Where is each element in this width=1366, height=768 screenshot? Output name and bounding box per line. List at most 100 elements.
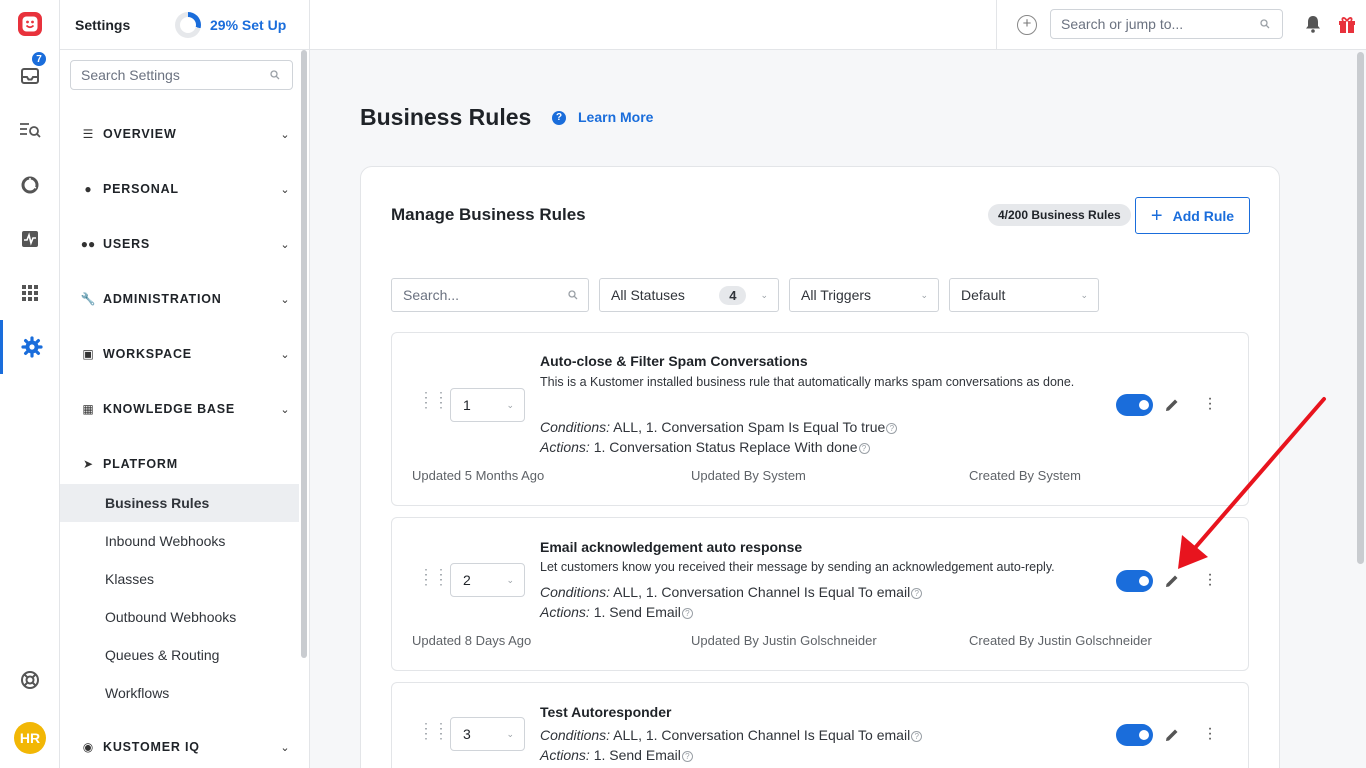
trigger-filter-select[interactable]: All Triggers ⌄ xyxy=(789,278,939,312)
section-workspace[interactable]: ▣ WORKSPACE ⌄ xyxy=(60,334,300,374)
section-kustomer-iq[interactable]: ◉ KUSTOMER IQ ⌄ xyxy=(60,727,300,767)
setup-progress-label[interactable]: 29% Set Up xyxy=(210,17,286,33)
rule-created-by: Created By Justin Golschneider xyxy=(969,633,1152,648)
rule-description: Let customers know you received their me… xyxy=(540,560,1055,574)
annotation-arrow xyxy=(1178,397,1326,569)
kustomer-logo[interactable] xyxy=(0,4,60,44)
bell-icon[interactable] xyxy=(1305,15,1321,33)
rule-conditions: Conditions: ALL, 1. Conversation Spam Is… xyxy=(540,419,898,435)
section-label: OVERVIEW xyxy=(103,127,177,141)
question-icon[interactable]: ? xyxy=(681,751,693,762)
rule-enabled-toggle[interactable] xyxy=(1116,570,1153,592)
actions-text: 1. Send Email xyxy=(589,604,681,620)
divider xyxy=(996,0,997,50)
rule-card[interactable]: ⋮⋮ ⋮⋮ 1 ⌄ Auto-close & Filter Spam Conver… xyxy=(391,332,1249,506)
rule-order-select[interactable]: 2 ⌄ xyxy=(450,563,525,597)
rule-card[interactable]: ⋮⋮ ⋮⋮ 2 ⌄ Email acknowledgement auto resp… xyxy=(391,517,1249,671)
sidebar-scrollbar[interactable] xyxy=(301,50,307,658)
pencil-icon[interactable] xyxy=(1164,727,1180,743)
list-search-icon xyxy=(20,123,41,138)
top-bar: + Search or jump to... xyxy=(310,0,1366,50)
help-nav[interactable] xyxy=(0,660,60,700)
settings-title: Settings xyxy=(75,16,131,33)
chevron-down-icon: ⌄ xyxy=(280,403,290,416)
rule-created-by: Created By System xyxy=(969,468,1081,483)
global-search-input[interactable]: Search or jump to... xyxy=(1050,9,1283,39)
rule-order-select[interactable]: 3 ⌄ xyxy=(450,717,525,751)
status-filter-select[interactable]: All Statuses 4 ⌄ xyxy=(599,278,779,312)
rule-updated: Updated 8 Days Ago xyxy=(412,633,532,648)
user-avatar[interactable]: HR xyxy=(0,718,60,758)
add-rule-button[interactable]: + Add Rule xyxy=(1135,197,1250,234)
plus-icon: + xyxy=(1150,204,1163,227)
conditions-label: Conditions: xyxy=(540,419,611,435)
question-icon[interactable]: ? xyxy=(858,443,870,454)
search-icon xyxy=(568,290,578,300)
business-rules-card: Manage Business Rules 4/200 Business Rul… xyxy=(360,166,1280,768)
drag-handle-icon[interactable]: ⋮⋮ ⋮⋮ xyxy=(419,567,448,586)
activity-nav[interactable] xyxy=(0,219,60,259)
section-label: PERSONAL xyxy=(103,182,179,196)
conditions-text: ALL, 1. Conversation Spam Is Equal To tr… xyxy=(610,419,886,435)
inbox-nav[interactable]: 7 xyxy=(0,50,60,96)
status-filter-count: 4 xyxy=(719,285,747,305)
question-icon[interactable]: ? xyxy=(911,588,923,599)
section-overview[interactable]: ☰ OVERVIEW ⌄ xyxy=(60,114,300,154)
rule-title: Email acknowledgement auto response xyxy=(540,539,803,555)
rule-title: Test Autoresponder xyxy=(540,704,672,720)
rule-order-value: 2 xyxy=(463,572,471,588)
chevron-down-icon: ⌄ xyxy=(506,574,514,585)
conditions-text: ALL, 1. Conversation Channel Is Equal To… xyxy=(610,584,911,600)
section-platform[interactable]: ➤ PLATFORM xyxy=(60,444,300,484)
setup-progress-ring[interactable] xyxy=(175,11,201,38)
rules-search-placeholder: Search... xyxy=(403,287,460,303)
inbox-badge: 7 xyxy=(30,50,48,68)
rule-card[interactable]: ⋮⋮ ⋮⋮ 3 ⌄ Test Autoresponder Conditions: … xyxy=(391,682,1249,768)
section-users[interactable]: ●● USERS ⌄ xyxy=(60,224,300,264)
rule-enabled-toggle[interactable] xyxy=(1116,394,1153,416)
main-scrollbar[interactable] xyxy=(1357,52,1364,564)
question-icon[interactable]: ? xyxy=(911,731,923,742)
sidebar-item-klasses[interactable]: Klasses xyxy=(60,560,299,598)
pencil-icon[interactable] xyxy=(1164,573,1180,589)
sidebar-item-business-rules[interactable]: Business Rules xyxy=(60,484,299,522)
reporting-nav[interactable] xyxy=(0,165,60,205)
settings-header: Settings 29% Set Up xyxy=(60,0,309,50)
section-administration[interactable]: 🔧 ADMINISTRATION ⌄ xyxy=(60,279,300,319)
lifebuoy-icon xyxy=(21,671,39,689)
create-icon[interactable]: + xyxy=(1017,15,1037,35)
sidebar-item-outbound-webhooks[interactable]: Outbound Webhooks xyxy=(60,598,299,636)
sidebar-item-queues-routing[interactable]: Queues & Routing xyxy=(60,636,299,674)
rule-enabled-toggle[interactable] xyxy=(1116,724,1153,746)
conditions-label: Conditions: xyxy=(540,584,611,600)
rule-title: Auto-close & Filter Spam Conversations xyxy=(540,353,808,369)
rule-order-select[interactable]: 1 ⌄ xyxy=(450,388,525,422)
section-knowledge-base[interactable]: ▦ KNOWLEDGE BASE ⌄ xyxy=(60,389,300,429)
learn-more-link[interactable]: Learn More xyxy=(578,109,653,125)
chevron-down-icon: ⌄ xyxy=(760,289,768,300)
help-icon[interactable]: ? xyxy=(552,111,566,125)
actions-label: Actions: xyxy=(540,747,590,763)
rule-updated: Updated 5 Months Ago xyxy=(412,468,545,483)
inbox-icon xyxy=(21,68,39,84)
question-icon[interactable]: ? xyxy=(886,423,898,434)
chevron-down-icon: ⌄ xyxy=(280,293,290,306)
sort-select[interactable]: Default ⌄ xyxy=(949,278,1099,312)
apps-nav[interactable] xyxy=(0,273,60,313)
search-nav[interactable] xyxy=(0,110,60,150)
rules-search-input[interactable]: Search... xyxy=(391,278,589,312)
gift-icon[interactable] xyxy=(1337,14,1357,34)
more-options-icon[interactable]: · · · xyxy=(1205,721,1215,747)
sidebar-item-workflows[interactable]: Workflows xyxy=(60,674,299,712)
settings-nav[interactable] xyxy=(0,320,60,374)
question-icon[interactable]: ? xyxy=(681,608,693,619)
rule-actions: Actions: 1. Send Email? xyxy=(540,747,693,763)
section-label: WORKSPACE xyxy=(103,347,192,361)
drag-handle-icon[interactable]: ⋮⋮ ⋮⋮ xyxy=(419,390,448,409)
laptop-icon: ▣ xyxy=(82,347,94,361)
section-label: KUSTOMER IQ xyxy=(103,740,200,754)
settings-search-input[interactable]: Search Settings xyxy=(70,60,293,90)
drag-handle-icon[interactable]: ⋮⋮ ⋮⋮ xyxy=(419,721,448,740)
sidebar-item-inbound-webhooks[interactable]: Inbound Webhooks xyxy=(60,522,299,560)
section-personal[interactable]: ● PERSONAL ⌄ xyxy=(60,169,300,209)
